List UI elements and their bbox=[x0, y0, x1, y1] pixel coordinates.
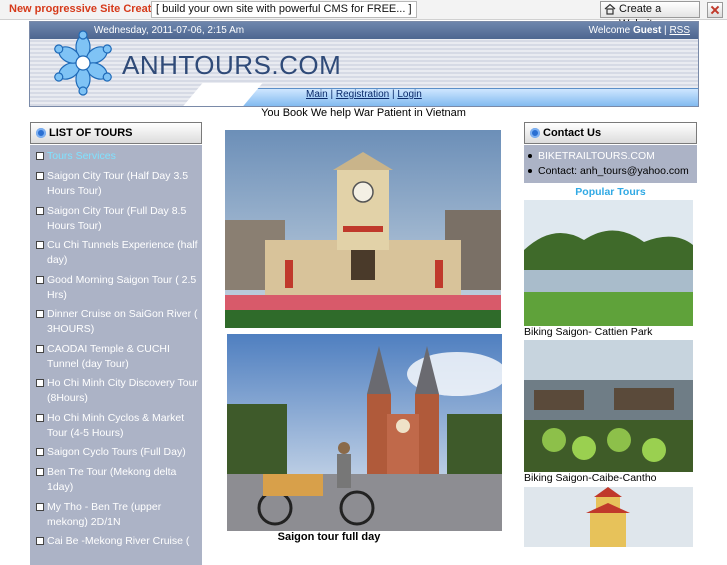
notre-dame-cathedral-photo bbox=[227, 334, 502, 531]
snowflake-logo-icon[interactable] bbox=[50, 30, 116, 96]
welcome-prefix: Welcome bbox=[588, 25, 631, 36]
site-title: ANHTOURS.COM bbox=[122, 50, 342, 80]
contact-panel-header: Contact Us bbox=[524, 122, 697, 144]
promo-title-link[interactable]: New progressive Site Creator bbox=[9, 3, 162, 15]
bullet-dot-icon bbox=[528, 169, 532, 174]
popular-tour-caption[interactable]: Biking Saigon- Cattien Park bbox=[524, 326, 652, 338]
create-website-button[interactable]: Create a Website bbox=[600, 1, 700, 30]
square-bullet-icon bbox=[36, 172, 44, 180]
square-bullet-icon bbox=[36, 345, 44, 353]
tours-panel-title: LIST OF TOURS bbox=[49, 127, 133, 139]
nav-main-link[interactable]: Main bbox=[306, 89, 328, 100]
square-bullet-icon bbox=[36, 537, 44, 545]
tour-link-label: Dinner Cruise on SaiGon River ( 3HOURS) bbox=[47, 308, 198, 335]
home-icon bbox=[604, 3, 616, 15]
tour-link-label: Cai Be -Mekong River Cruise ( bbox=[47, 535, 190, 547]
ben-thanh-market-photo bbox=[225, 130, 501, 328]
pagoda-thumbnail[interactable] bbox=[524, 487, 693, 547]
close-icon[interactable] bbox=[707, 2, 723, 18]
site-tagline: You Book We help War Patient in Vietnam bbox=[261, 107, 466, 119]
tour-link-label: Saigon City Tour (Half Day 3.5 Hours Tou… bbox=[47, 170, 189, 197]
nav-band bbox=[177, 83, 698, 106]
square-bullet-icon bbox=[36, 310, 44, 318]
square-bullet-icon bbox=[36, 414, 44, 422]
square-bullet-icon bbox=[36, 468, 44, 476]
tour-link-label: My Tho - Ben Tre (upper mekong) 2D/1N bbox=[47, 501, 162, 528]
tour-link-label: Good Morning Saigon Tour ( 2.5 Hrs) bbox=[47, 274, 197, 301]
contact-box: BIKETRAILTOURS.COM Contact: anh_tours@ya… bbox=[524, 145, 697, 183]
tour-link-label: Saigon Cyclo Tours (Full Day) bbox=[47, 446, 186, 458]
tours-sidebar: LIST OF TOURS Tours Services Saigon City… bbox=[30, 122, 202, 565]
photo2-caption: Saigon tour full day bbox=[277, 531, 381, 543]
square-bullet-icon bbox=[36, 503, 44, 511]
nav-login-link[interactable]: Login bbox=[397, 89, 421, 100]
square-bullet-icon bbox=[36, 379, 44, 387]
header-date: Wednesday, 2011-07-06, 2:15 Am bbox=[94, 25, 245, 36]
tour-link-label: Cu Chi Tunnels Experience (half day) bbox=[47, 239, 198, 266]
contact-site-link[interactable]: BIKETRAILTOURS.COM bbox=[528, 150, 655, 162]
contact-sidebar: Contact Us BIKETRAILTOURS.COM Contact: a… bbox=[524, 122, 697, 547]
promo-bar: New progressive Site Creator [ build you… bbox=[0, 0, 727, 30]
contact-panel-title: Contact Us bbox=[543, 127, 602, 139]
main-nav: Main | Registration | Login bbox=[306, 89, 422, 100]
bullet-circle-icon bbox=[530, 128, 540, 138]
promo-tagline-link[interactable]: [ build your own site with powerful CMS … bbox=[151, 1, 417, 18]
welcome-text: Welcome Guest | RSS bbox=[588, 25, 690, 36]
nav-registration-link[interactable]: Registration bbox=[336, 89, 389, 100]
popular-tours-title: Popular Tours bbox=[575, 186, 646, 198]
cattien-park-thumbnail[interactable] bbox=[524, 200, 693, 326]
tour-link-label: Tours Services bbox=[47, 150, 116, 162]
site-header: Wednesday, 2011-07-06, 2:15 Am Welcome G… bbox=[29, 21, 699, 107]
contact-email-label: Contact: anh_tours@yahoo.com bbox=[538, 165, 689, 177]
tours-panel-header: LIST OF TOURS bbox=[30, 122, 202, 144]
welcome-user: Guest bbox=[632, 25, 662, 36]
tour-link-label: Ho Chi Minh City Discovery Tour (8Hours) bbox=[47, 377, 198, 404]
popular-tour-caption[interactable]: Biking Saigon-Caibe-Cantho bbox=[524, 472, 657, 484]
bullet-circle-icon bbox=[36, 128, 46, 138]
rss-link[interactable]: RSS bbox=[669, 25, 690, 36]
caibe-cantho-thumbnail[interactable] bbox=[524, 340, 693, 472]
tour-link-label: Ho Chi Minh Cyclos & Market Tour (4-5 Ho… bbox=[47, 412, 185, 439]
bullet-dot-icon bbox=[528, 154, 532, 159]
square-bullet-icon bbox=[36, 241, 44, 249]
contact-email: Contact: anh_tours@yahoo.com bbox=[528, 165, 689, 177]
tour-link-label: Ben Tre Tour (Mekong delta 1day) bbox=[47, 466, 177, 493]
tours-list: Tours Services Saigon City Tour (Half Da… bbox=[30, 145, 202, 565]
square-bullet-icon bbox=[36, 152, 44, 160]
tour-link-label: CAODAI Temple & CUCHI Tunnel (day Tour) bbox=[47, 343, 170, 370]
square-bullet-icon bbox=[36, 207, 44, 215]
tour-link-label: Saigon City Tour (Full Day 8.5 Hours Tou… bbox=[47, 205, 187, 232]
contact-site-label: BIKETRAILTOURS.COM bbox=[538, 150, 655, 162]
square-bullet-icon bbox=[36, 276, 44, 284]
square-bullet-icon bbox=[36, 448, 44, 456]
